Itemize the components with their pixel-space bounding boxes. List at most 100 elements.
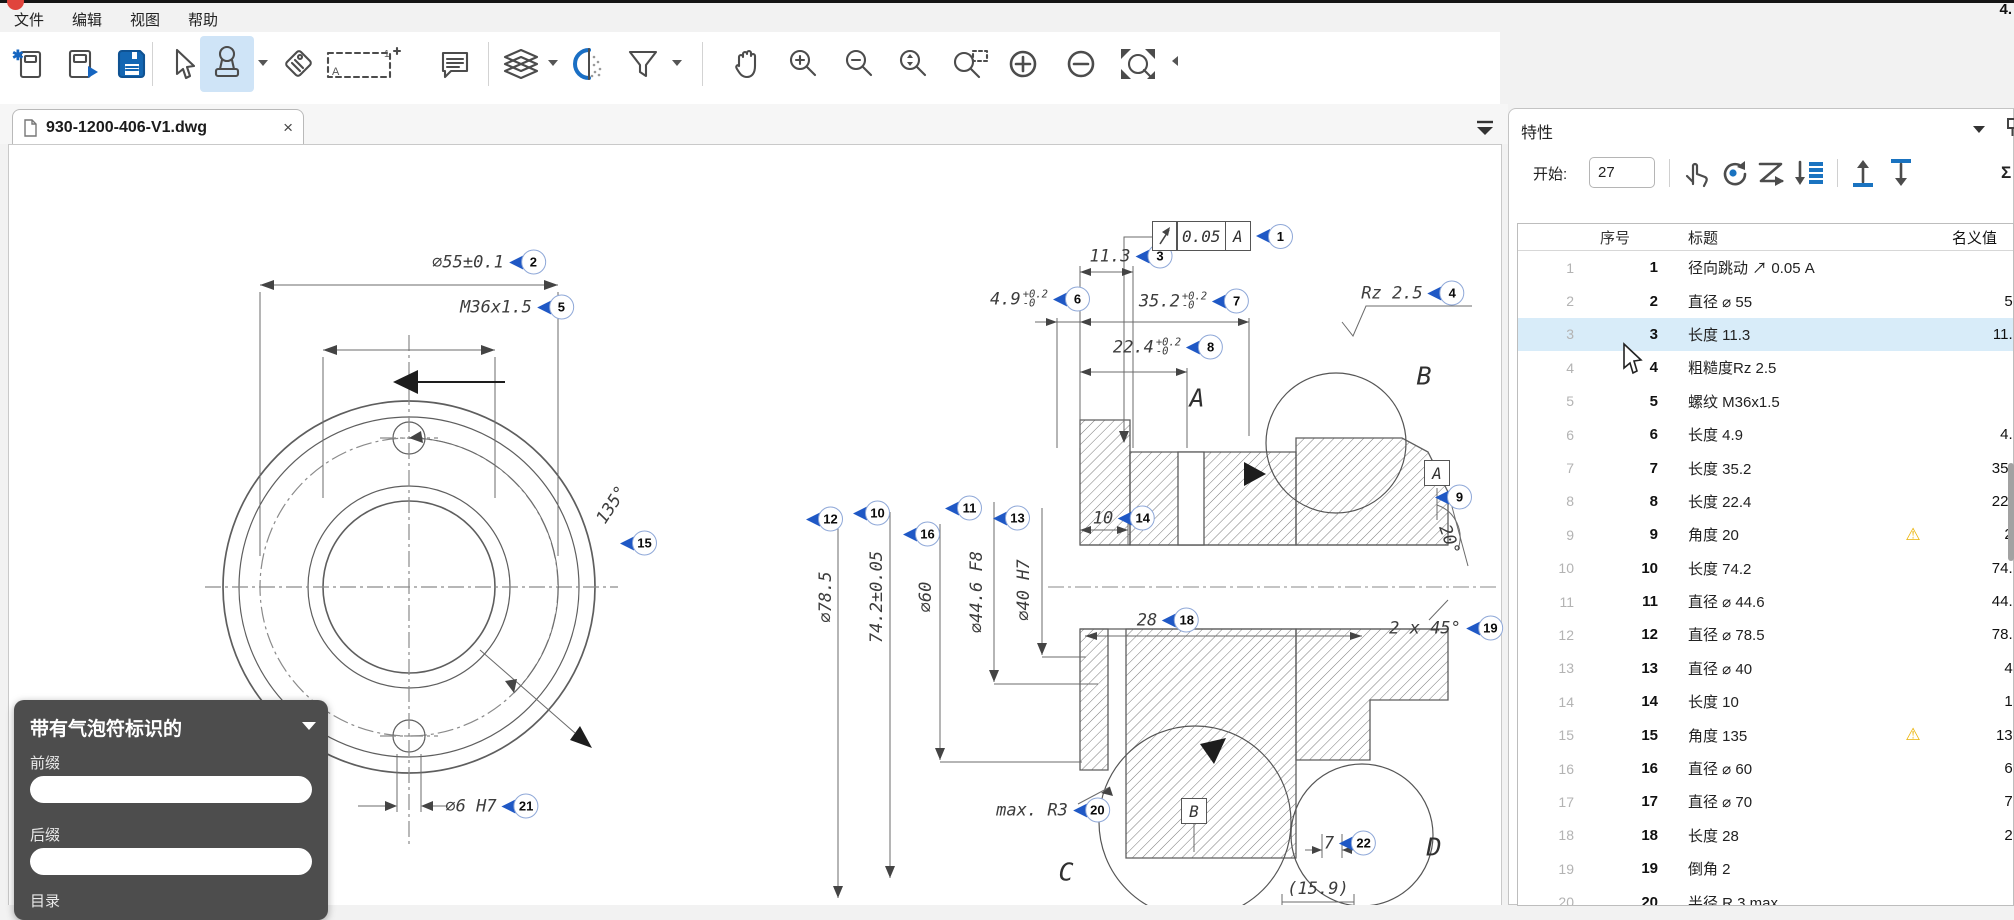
menu-view[interactable]: 视图 xyxy=(130,9,160,30)
row-balloon-number: 8 xyxy=(1582,493,1670,510)
menu-file[interactable]: 文件 xyxy=(14,9,44,30)
zoom-out-icon[interactable] xyxy=(836,36,882,92)
row-nominal-value: 35.2 xyxy=(1935,460,2014,477)
row-index: 8 xyxy=(1518,493,1582,509)
suffix-label: 后缀 xyxy=(30,824,60,845)
layers-dropdown-caret[interactable] xyxy=(548,60,558,66)
start-number-input[interactable] xyxy=(1589,157,1655,188)
move-bottom-icon[interactable] xyxy=(1883,155,1919,191)
pin-icon[interactable] xyxy=(2005,117,2014,137)
table-row[interactable]: 1818长度 2828 xyxy=(1518,819,2013,852)
row-index: 7 xyxy=(1518,460,1582,476)
table-row[interactable]: 1515角度 135⚠135 xyxy=(1518,718,2013,751)
row-title: 直径 ⌀ 70 xyxy=(1670,791,1891,812)
zoom-dynamic-icon[interactable] xyxy=(890,36,936,92)
row-title: 直径 ⌀ 44.6 xyxy=(1670,591,1891,612)
row-title: 长度 11.3 xyxy=(1670,324,1891,345)
table-row[interactable]: 22直径 ⌀ 5555 xyxy=(1518,284,2013,317)
overlay-collapse-caret[interactable] xyxy=(302,722,316,730)
svg-text:A: A xyxy=(332,66,340,78)
row-balloon-number: 2 xyxy=(1582,293,1670,310)
filter-icon[interactable] xyxy=(620,36,666,92)
menu-help[interactable]: 帮助 xyxy=(188,9,218,30)
table-row[interactable]: 33长度 11.311.3 xyxy=(1518,318,2013,351)
table-row[interactable]: 1616直径 ⌀ 6060 xyxy=(1518,752,2013,785)
zoom-window-icon[interactable] xyxy=(944,36,998,92)
row-index: 20 xyxy=(1518,894,1582,906)
table-row[interactable]: 1010长度 74.274.2 xyxy=(1518,552,2013,585)
row-nominal-value: 70 xyxy=(1935,793,2014,810)
row-balloon-number: 17 xyxy=(1582,793,1670,810)
row-balloon-number: 1 xyxy=(1582,259,1670,276)
side-compare-icon[interactable] xyxy=(566,36,612,92)
selection-marquee-icon[interactable]: A1 xyxy=(318,36,410,92)
table-body: 11径向跳动 ↗ 0.05 A22直径 ⌀ 555533长度 11.311.34… xyxy=(1518,251,2013,906)
comment-icon[interactable] xyxy=(432,36,478,92)
table-row[interactable]: 1414长度 1010 xyxy=(1518,685,2013,718)
row-index: 15 xyxy=(1518,727,1582,743)
row-title: 长度 22.4 xyxy=(1670,491,1891,512)
row-balloon-number: 19 xyxy=(1582,860,1670,877)
table-row[interactable]: 1919倒角 22 xyxy=(1518,852,2013,885)
table-row[interactable]: 88长度 22.422.4 xyxy=(1518,485,2013,518)
zoom-in-icon[interactable] xyxy=(780,36,826,92)
table-row[interactable]: 1313直径 ⌀ 4040 xyxy=(1518,652,2013,685)
prefix-input[interactable] xyxy=(30,776,312,803)
table-row[interactable]: 1212直径 ⌀ 78.578.5 xyxy=(1518,618,2013,651)
tab-overflow-icon[interactable] xyxy=(1474,118,1496,138)
col-index[interactable]: 序号 xyxy=(1582,227,1670,248)
table-row[interactable]: 44粗糙度Rz 2.5 xyxy=(1518,351,2013,384)
table-row[interactable]: 77长度 35.235.2 xyxy=(1518,451,2013,484)
pan-hand-icon[interactable] xyxy=(724,36,770,92)
panel-toolbar-separator xyxy=(1837,159,1838,187)
balloon-stamp-icon[interactable] xyxy=(200,36,254,92)
table-row[interactable]: 66长度 4.94.9 xyxy=(1518,418,2013,451)
layers-icon[interactable] xyxy=(496,36,546,92)
svg-text:1: 1 xyxy=(384,49,390,60)
row-index: 13 xyxy=(1518,660,1582,676)
new-document-icon[interactable]: ✱ xyxy=(6,36,52,92)
zigzag-order-icon[interactable] xyxy=(1753,155,1789,191)
increase-icon[interactable] xyxy=(1000,36,1046,92)
table-row[interactable]: 1111直径 ⌀ 44.644.6 xyxy=(1518,585,2013,618)
table-row[interactable]: 99角度 20⚠20 xyxy=(1518,518,2013,551)
sort-list-icon[interactable] xyxy=(1791,155,1827,191)
move-top-icon[interactable] xyxy=(1845,155,1881,191)
balloon-marker[interactable]: 1 xyxy=(1256,221,1293,251)
table-row[interactable]: 55螺纹 M36x1.5 xyxy=(1518,385,2013,418)
col-title[interactable]: 标题 xyxy=(1670,227,1867,248)
tab-bar: 930-1200-406-V1.dwg × xyxy=(0,104,1508,144)
toolbar-collapse-caret[interactable] xyxy=(1172,56,1178,66)
panel-dropdown-caret[interactable] xyxy=(1973,126,1985,133)
panel-toolbar: 开始: Σ xyxy=(1509,151,2014,195)
suffix-input[interactable] xyxy=(30,848,312,875)
table-row[interactable]: 11径向跳动 ↗ 0.05 A xyxy=(1518,251,2013,284)
row-balloon-number: 14 xyxy=(1582,693,1670,710)
open-document-icon[interactable] xyxy=(58,36,104,92)
scrollbar-thumb[interactable] xyxy=(2008,463,2014,561)
row-index: 3 xyxy=(1518,326,1582,342)
filter-dropdown-caret[interactable] xyxy=(672,60,682,66)
row-index: 6 xyxy=(1518,427,1582,443)
decrease-icon[interactable] xyxy=(1058,36,1104,92)
stamp-dropdown-caret[interactable] xyxy=(258,60,268,66)
table-row[interactable]: 2020半径 R 3 max. xyxy=(1518,885,2013,906)
pick-hand-icon[interactable] xyxy=(1677,155,1713,191)
row-index: 2 xyxy=(1518,293,1582,309)
document-tab[interactable]: 930-1200-406-V1.dwg × xyxy=(12,109,304,145)
menu-edit[interactable]: 编辑 xyxy=(72,9,102,30)
table-row[interactable]: 1717直径 ⌀ 7070 xyxy=(1518,785,2013,818)
tab-close-icon[interactable]: × xyxy=(283,118,293,138)
save-icon[interactable] xyxy=(108,36,154,92)
tab-title: 930-1200-406-V1.dwg xyxy=(46,119,207,137)
tag-icon[interactable] xyxy=(276,36,322,92)
renumber-refresh-icon[interactable] xyxy=(1715,155,1751,191)
col-nominal[interactable]: 名义值 xyxy=(1911,227,2014,248)
row-nominal-value: 78.5 xyxy=(1935,626,2014,643)
sum-symbol[interactable]: Σ xyxy=(2001,163,2011,183)
row-nominal-value: 10 xyxy=(1935,693,2014,710)
warning-icon: ⚠ xyxy=(1891,525,1935,545)
row-title: 倒角 2 xyxy=(1670,858,1891,879)
row-title: 长度 4.9 xyxy=(1670,424,1891,445)
zoom-fit-icon[interactable] xyxy=(1112,36,1164,92)
